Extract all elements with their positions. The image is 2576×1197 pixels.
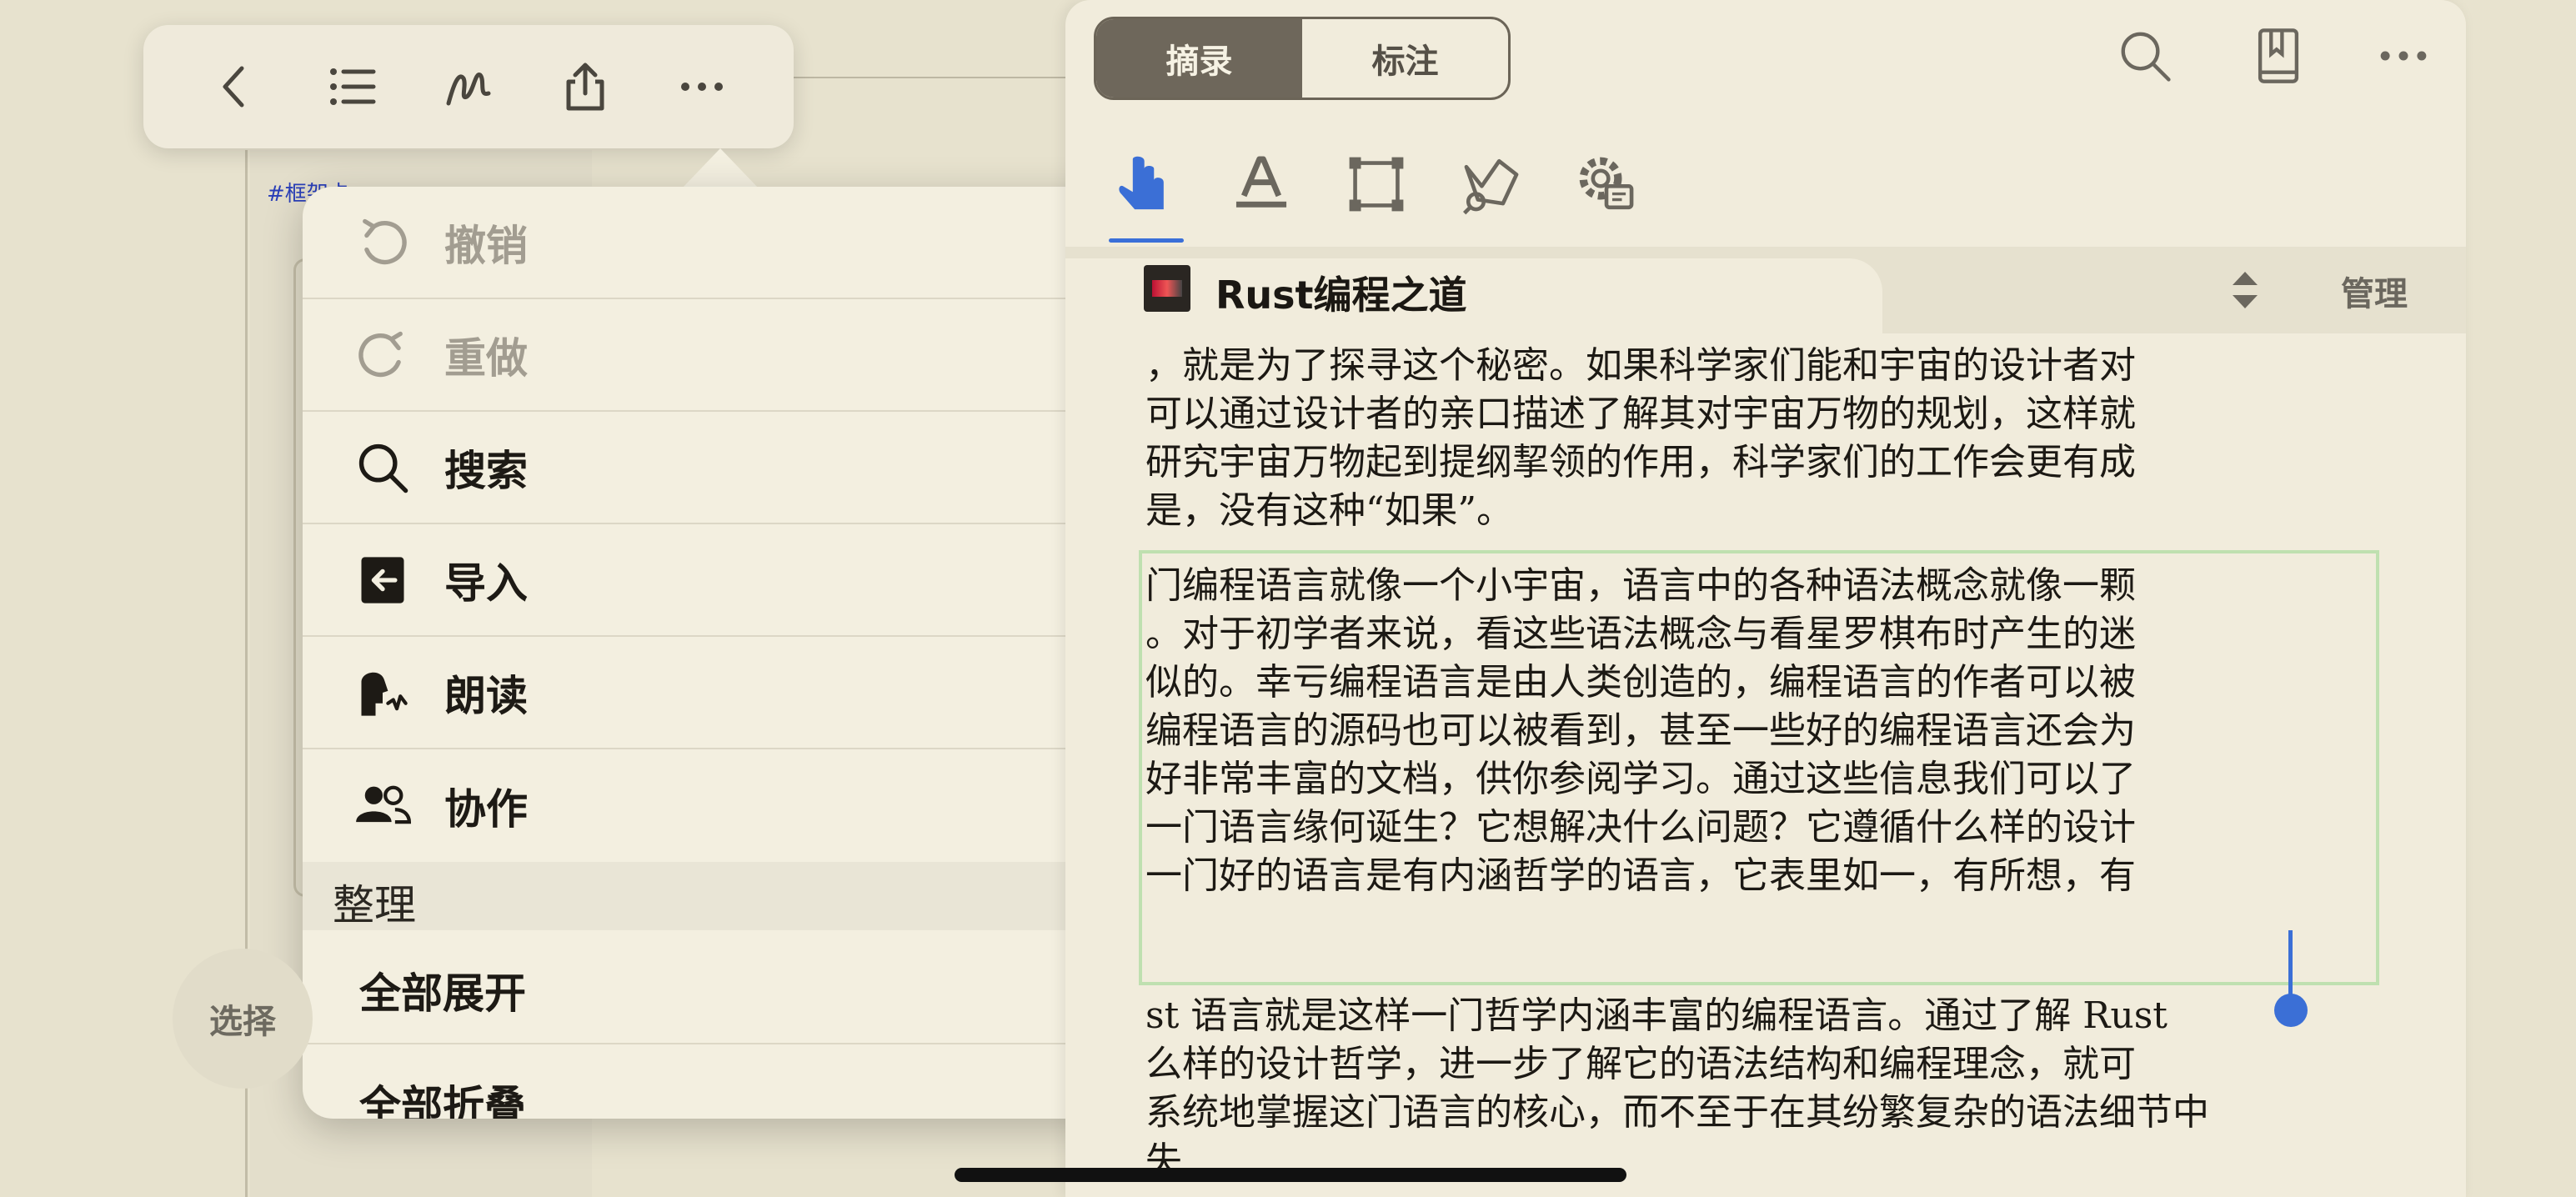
canvas-connector-line [784, 77, 1075, 78]
text-line: 可以通过设计者的亲口描述了解其对宇宙万物的规划，这样就 [1145, 393, 2136, 435]
excerpt-panel: 摘录 标注 Rust编程之道 管理 ，就是为了探寻这个秘密。如果科学家们能和宇宙… [1065, 0, 2466, 1197]
book-cover-thumbnail [1144, 265, 1190, 312]
menu-item-label: 协作 [444, 784, 528, 834]
menu-section-header: 整理 [303, 862, 1150, 930]
text-line: st 语言就是这样一门哲学内涵丰富的编程语言。通过了解 Rust [1145, 994, 2168, 1037]
text-line: 研究宇宙万物起到提纲挈领的作用，科学家们的工作会更有成 [1145, 441, 2136, 483]
share-icon[interactable] [554, 55, 617, 118]
menu-item-label: 搜索 [444, 446, 528, 495]
select-button[interactable]: 选择 [173, 949, 313, 1089]
selection-handle-dot[interactable] [2274, 994, 2308, 1027]
back-chevron-icon[interactable] [203, 55, 267, 118]
more-icon[interactable] [2366, 18, 2441, 93]
selection-highlight-box[interactable] [1139, 550, 2379, 985]
menu-item-collaborate[interactable]: 协作 [303, 749, 1150, 862]
segment-control: 摘录 标注 [1094, 17, 1511, 100]
menu-item-read-aloud[interactable]: 朗读 [303, 637, 1150, 749]
tool-selected-indicator [1109, 238, 1184, 243]
menu-item-label: 撤销 [444, 221, 528, 270]
text-line: ，就是为了探寻这个秘密。如果科学家们能和宇宙的设计者对 [1145, 344, 2136, 387]
menu-item-label: 全部展开 [359, 969, 526, 1018]
hand-pointer-icon[interactable] [1109, 147, 1184, 222]
lasso-icon[interactable] [1454, 147, 1529, 222]
settings-gear-icon[interactable] [1569, 147, 1644, 222]
rect-select-icon[interactable] [1339, 147, 1414, 222]
menu-item-search[interactable]: 搜索 [303, 412, 1150, 524]
bookmark-book-icon[interactable] [2241, 18, 2316, 93]
scribble-icon[interactable] [437, 55, 500, 118]
menu-arrow [682, 148, 759, 188]
more-icon[interactable] [670, 55, 734, 118]
menu-item-import[interactable]: 导入 [303, 524, 1150, 637]
text-line: 么样的设计哲学，进一步了解它的语法结构和编程理念，就可 [1145, 1043, 2136, 1085]
undo-icon [349, 209, 416, 276]
home-indicator[interactable] [955, 1168, 1626, 1182]
menu-item-undo[interactable]: 撤销 [303, 187, 1150, 299]
read-aloud-icon [349, 659, 416, 726]
tab-excerpt[interactable]: 摘录 [1096, 19, 1302, 98]
search-icon[interactable] [2107, 18, 2183, 93]
menu-item-label: 导入 [444, 558, 528, 608]
menu-item-collapse-all[interactable]: 全部折叠 [303, 1043, 1150, 1119]
text-highlight-icon[interactable] [1224, 147, 1299, 222]
search-icon [349, 434, 416, 501]
collaborate-icon [349, 773, 416, 839]
redo-icon [349, 322, 416, 388]
top-toolbar [143, 25, 794, 148]
menu-item-expand-all[interactable]: 全部展开 [303, 930, 1150, 1044]
more-menu-popover: 撤销 重做 搜索 导入 朗读 协作 整理 全部展开 全部折叠 [303, 187, 1150, 1119]
menu-section-label: 整理 [333, 881, 416, 929]
book-title: Rust编程之道 [1215, 273, 1467, 318]
import-icon [349, 547, 416, 614]
menu-item-redo[interactable]: 重做 [303, 299, 1150, 412]
text-line: 是，没有这种“如果”。 [1145, 489, 1513, 532]
manage-button[interactable]: 管理 [2341, 267, 2408, 315]
menu-item-label: 朗读 [444, 671, 528, 720]
text-line: 系统地掌握这门语言的核心，而不至于在其纷繁复杂的语法细节中 [1145, 1091, 2209, 1134]
outline-list-icon[interactable] [320, 55, 383, 118]
menu-item-label: 重做 [444, 333, 528, 383]
tab-annotation[interactable]: 标注 [1302, 19, 1508, 98]
sort-icon[interactable] [2224, 267, 2266, 313]
menu-item-label: 全部折叠 [359, 1082, 526, 1119]
